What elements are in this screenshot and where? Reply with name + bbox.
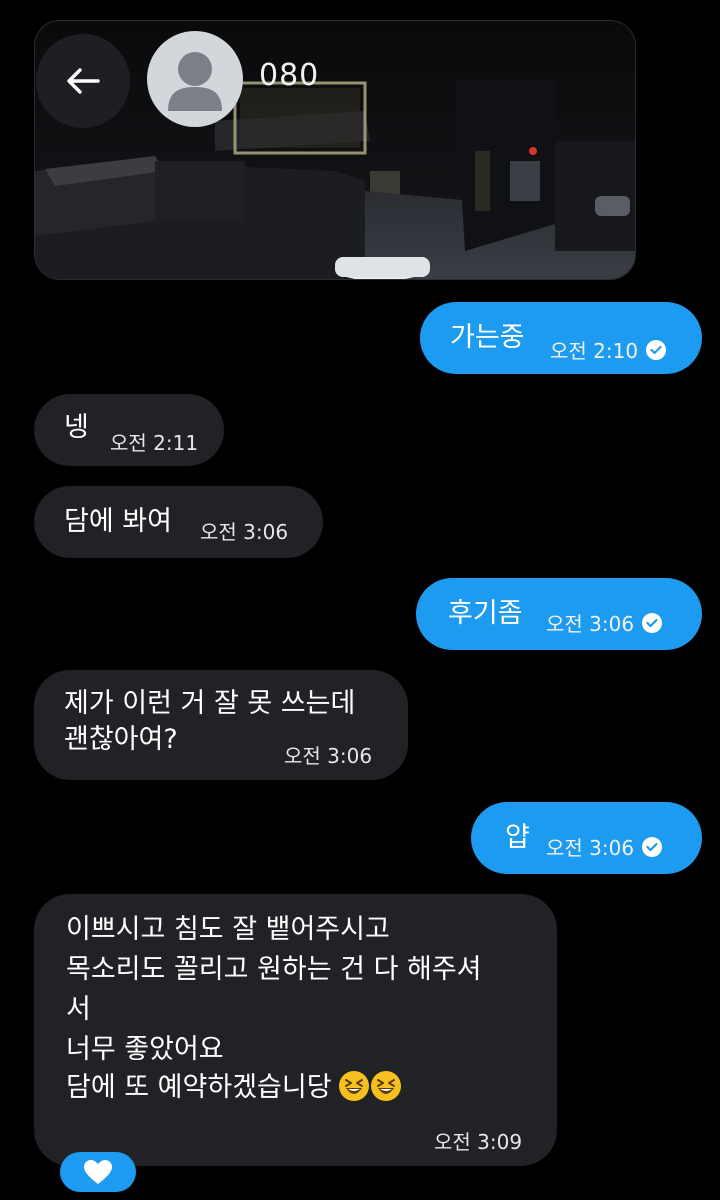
- message-time: 오전 3:06: [284, 744, 373, 768]
- message-bubble-outgoing[interactable]: 후기좀 오전 3:06: [416, 578, 702, 650]
- message-time: 오전 2:11: [110, 431, 199, 455]
- back-button[interactable]: [36, 34, 130, 128]
- message-line: 서: [66, 994, 91, 1025]
- grinning-squinting-face-emoji: [338, 1071, 369, 1101]
- message-meta: 오전 3:06: [546, 608, 663, 637]
- message-text: 얍: [505, 822, 530, 853]
- message-time: 오전 3:06: [546, 836, 635, 860]
- heart-icon: [84, 1160, 112, 1184]
- message-bubble-incoming[interactable]: 넹 오전 2:11: [34, 394, 224, 466]
- message-text: 가는중: [450, 322, 525, 353]
- contact-name[interactable]: 080: [259, 58, 319, 93]
- default-avatar-icon: [168, 52, 222, 111]
- message-bubble-incoming[interactable]: 담에 봐여 오전 3:06: [34, 486, 323, 558]
- message-last-line: 담에 또 예약하겠습니당: [66, 1070, 482, 1111]
- message-meta: 오전 3:09: [434, 1126, 522, 1155]
- message-bubble-incoming[interactable]: 제가 이런 거 잘 못 쓰는데 괜찮아여? 오전 3:06: [34, 670, 408, 780]
- message-meta: 오전 2:10: [550, 335, 667, 364]
- message-line: 너무 좋았어요: [66, 1034, 224, 1065]
- heart-reaction[interactable]: [60, 1152, 136, 1192]
- message-line: 제가 이런 거 잘 못 쓰는데: [64, 688, 356, 719]
- grinning-squinting-face-emoji: [370, 1071, 401, 1101]
- message-text: 넹: [64, 412, 89, 443]
- message-meta: 오전 3:06: [284, 740, 372, 769]
- message-line: 목소리도 꼴리고 원하는 건 다 해주셔: [66, 954, 482, 985]
- message-meta: 오전 3:06: [546, 832, 663, 861]
- message-time: 오전 3:09: [434, 1130, 523, 1154]
- message-text: 후기좀: [448, 598, 523, 629]
- message-time: 오전 3:06: [546, 612, 635, 636]
- message-line: 담에 또 예약하겠습니당: [66, 1072, 332, 1103]
- message-time: 오전 3:06: [200, 520, 289, 544]
- message-meta: 오전 3:06: [200, 516, 288, 545]
- read-check-icon: [642, 612, 663, 633]
- arrow-left-icon: [67, 68, 100, 94]
- message-bubble-outgoing[interactable]: 얍 오전 3:06: [471, 802, 702, 874]
- message-meta: 오전 2:11: [110, 427, 198, 456]
- message-bubble-incoming[interactable]: 이쁘시고 침도 잘 뱉어주시고 목소리도 꼴리고 원하는 건 다 해주셔 서 너…: [34, 894, 557, 1166]
- contact-avatar[interactable]: [147, 31, 243, 127]
- read-check-icon: [646, 339, 667, 360]
- read-check-icon: [642, 836, 663, 857]
- message-text: 이쁘시고 침도 잘 뱉어주시고 목소리도 꼴리고 원하는 건 다 해주셔 서 너…: [66, 910, 482, 1111]
- message-text: 담에 봐여: [64, 506, 172, 537]
- message-line: 이쁘시고 침도 잘 뱉어주시고: [66, 914, 390, 945]
- message-bubble-outgoing[interactable]: 가는중 오전 2:10: [420, 302, 702, 374]
- message-time: 오전 2:10: [550, 339, 639, 363]
